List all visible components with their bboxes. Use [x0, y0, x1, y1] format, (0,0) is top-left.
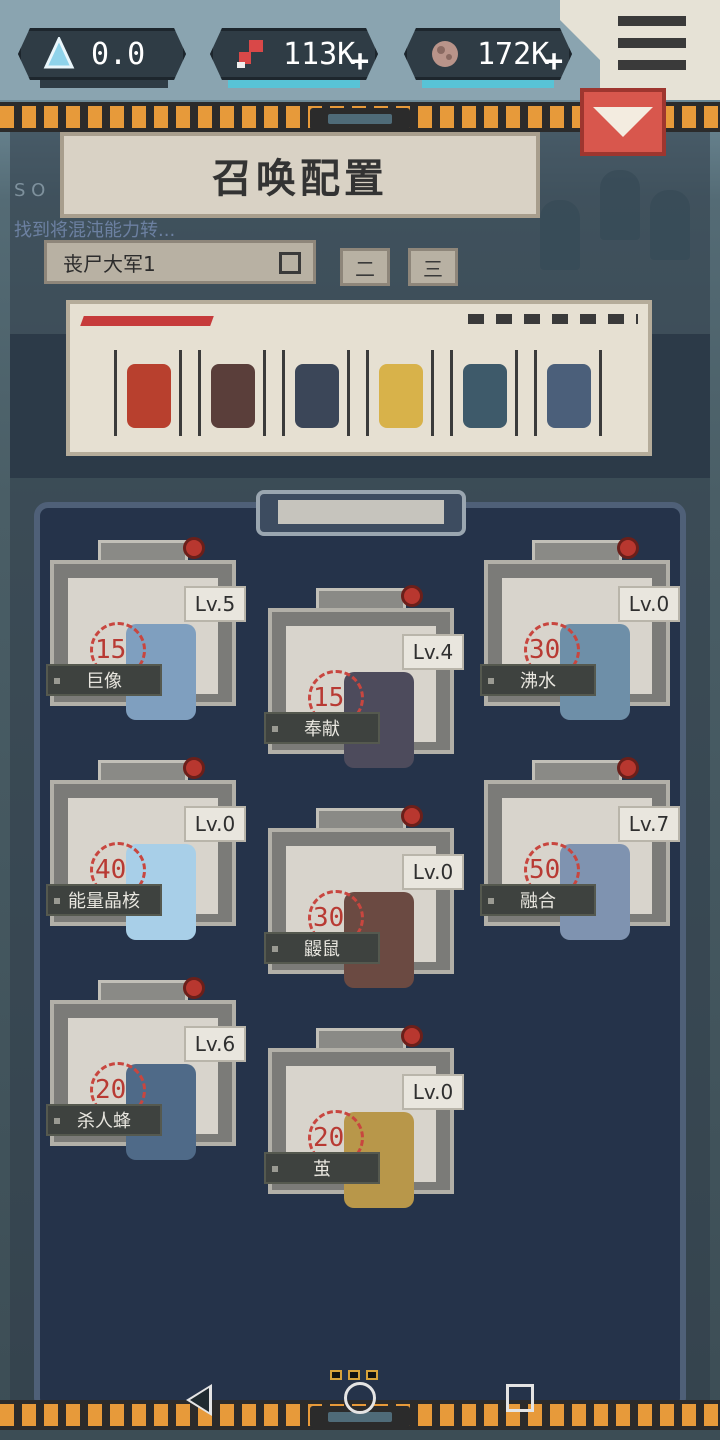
pin-icon [183, 977, 205, 999]
unit-sprite [463, 364, 507, 428]
unit-sprite [379, 364, 423, 428]
card-frame: 50 Lv.7 融合 [480, 780, 680, 940]
unit-card[interactable]: 20 Lv.0 茧 [264, 1025, 464, 1208]
edit-icon[interactable] [279, 252, 301, 274]
army-tab-3[interactable]: 三 [408, 248, 458, 286]
unit-level-badge: Lv.0 [618, 586, 680, 622]
meat-icon [231, 34, 271, 74]
pin-icon [401, 1025, 423, 1047]
pin-icon [617, 757, 639, 779]
crystal-icon [39, 34, 79, 74]
unit-name-label: 鼹鼠 [264, 932, 380, 964]
army-tab-2[interactable]: 二 [340, 248, 390, 286]
formation-slot[interactable] [198, 350, 266, 436]
resource-bar-fill [40, 80, 168, 88]
unit-name-label: 沸水 [480, 664, 596, 696]
pin-icon [183, 757, 205, 779]
panel-notch [310, 108, 410, 130]
unit-name-label: 奉献 [264, 712, 380, 744]
dash-decoration [468, 314, 638, 324]
formation-slot[interactable] [450, 350, 518, 436]
background-text: S O [14, 180, 46, 201]
resource-bar: 0.0 113K + 172K + [0, 0, 720, 100]
unit-card[interactable]: 50 Lv.7 融合 [480, 757, 680, 940]
unit-card[interactable]: 15 Lv.4 奉献 [264, 585, 464, 768]
unit-level-badge: Lv.5 [184, 586, 246, 622]
card-frame: 30 Lv.0 沸水 [480, 560, 680, 720]
pin-icon [401, 585, 423, 607]
system-nav-bar [0, 1362, 720, 1436]
unit-name-label: 巨像 [46, 664, 162, 696]
pin-icon [617, 537, 639, 559]
paint-mark [80, 316, 214, 326]
resource-meat[interactable]: 113K + [210, 28, 378, 80]
resource-crystal: 0.0 [18, 28, 186, 80]
card-frame: 20 Lv.0 茧 [264, 1048, 464, 1208]
page-title: 召唤配置 [60, 132, 540, 218]
menu-icon-line [618, 60, 686, 70]
unit-level-badge: Lv.0 [184, 806, 246, 842]
menu-icon [618, 16, 686, 26]
resource-bar-fill [422, 80, 554, 88]
formation-slot[interactable] [282, 350, 350, 436]
unit-card[interactable]: 30 Lv.0 沸水 [480, 537, 680, 720]
home-icon[interactable] [344, 1382, 376, 1414]
menu-button[interactable] [560, 0, 720, 100]
back-icon[interactable] [186, 1384, 212, 1416]
resource-value: 113K [283, 36, 356, 72]
unit-name-label: 茧 [264, 1152, 380, 1184]
card-frame: 40 Lv.0 能量晶核 [46, 780, 246, 940]
pin-icon [183, 537, 205, 559]
unit-level-badge: Lv.7 [618, 806, 680, 842]
unit-name-label: 能量晶核 [46, 884, 162, 916]
card-frame: 15 Lv.5 巨像 [46, 560, 246, 720]
unit-card[interactable]: 15 Lv.5 巨像 [46, 537, 246, 720]
unit-sprite [211, 364, 255, 428]
unit-card[interactable]: 30 Lv.0 鼹鼠 [264, 805, 464, 988]
unit-sprite [547, 364, 591, 428]
card-frame: 20 Lv.6 杀人蜂 [46, 1000, 246, 1160]
menu-icon-line [618, 38, 686, 48]
unit-level-badge: Lv.4 [402, 634, 464, 670]
add-stone-icon[interactable]: + [545, 44, 563, 79]
formation-strip [66, 300, 652, 456]
army-name-label: 丧尸大军1 [63, 251, 156, 276]
pin-icon [401, 805, 423, 827]
resource-value: 172K [477, 36, 550, 72]
unit-card[interactable]: 20 Lv.6 杀人蜂 [46, 977, 246, 1160]
card-frame: 15 Lv.4 奉献 [264, 608, 464, 768]
formation-slot[interactable] [114, 350, 182, 436]
card-frame: 30 Lv.0 鼹鼠 [264, 828, 464, 988]
unit-sprite [295, 364, 339, 428]
resource-stone[interactable]: 172K + [404, 28, 572, 80]
resource-bar-fill [228, 80, 360, 88]
collapse-button[interactable] [580, 88, 666, 156]
stone-icon [425, 34, 465, 74]
background-text: 找到将混沌能力转... [14, 220, 176, 241]
add-meat-icon[interactable]: + [351, 44, 369, 79]
unit-name-label: 杀人蜂 [46, 1104, 162, 1136]
unit-level-badge: Lv.0 [402, 1074, 464, 1110]
recent-apps-icon[interactable] [506, 1384, 534, 1412]
resource-value: 0.0 [91, 36, 146, 72]
unit-card[interactable]: 40 Lv.0 能量晶核 [46, 757, 246, 940]
unit-level-badge: Lv.0 [402, 854, 464, 890]
formation-slot[interactable] [534, 350, 602, 436]
unit-sprite [127, 364, 171, 428]
triangle-down-icon [593, 107, 653, 137]
grid-tab-handle[interactable] [256, 490, 466, 536]
army-name-field[interactable]: 丧尸大军1 [44, 240, 316, 284]
formation-slot[interactable] [366, 350, 434, 436]
unit-name-label: 融合 [480, 884, 596, 916]
nav-handle [330, 1370, 378, 1380]
unit-level-badge: Lv.6 [184, 1026, 246, 1062]
